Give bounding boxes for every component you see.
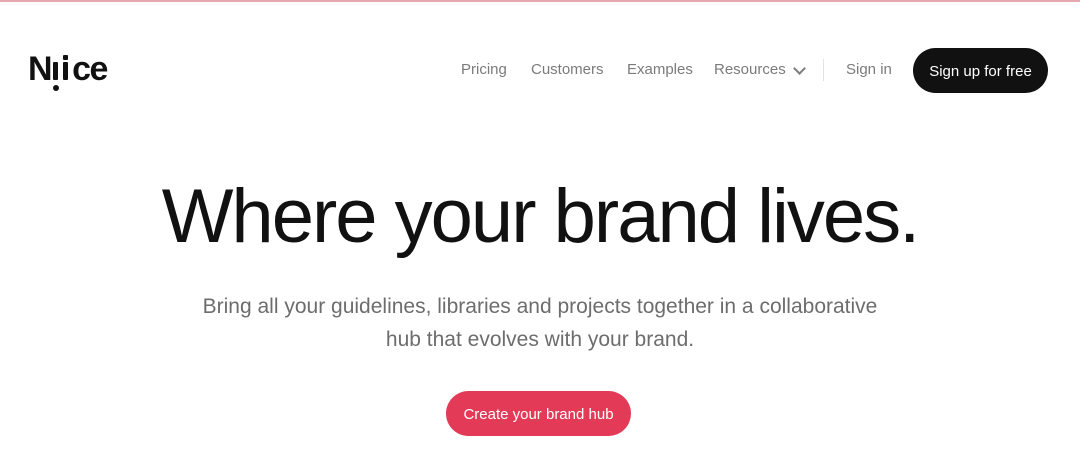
logo-text-left: N <box>28 50 53 88</box>
hero-subtitle: Bring all your guidelines, libraries and… <box>202 295 878 351</box>
sign-in-link[interactable]: Sign in <box>846 60 892 80</box>
nav-link-customers[interactable]: Customers <box>531 60 604 80</box>
logo-text-right: ce <box>72 50 108 88</box>
nav-link-pricing[interactable]: Pricing <box>461 60 507 80</box>
sign-up-button[interactable]: Sign up for free <box>913 48 1048 93</box>
nav-divider <box>823 59 824 81</box>
site-header: N ce Pricing Customers Examples Resource… <box>0 0 1080 140</box>
hero-title: Where your brand lives. <box>161 174 921 259</box>
nav-link-resources-label: Resources <box>714 61 786 78</box>
create-brand-hub-button[interactable]: Create your brand hub <box>446 391 631 436</box>
logo-ii-mark <box>51 50 71 92</box>
nav-link-examples[interactable]: Examples <box>627 60 693 80</box>
logo[interactable]: N ce <box>28 50 108 92</box>
nav-link-resources[interactable]: Resources <box>714 60 806 80</box>
chevron-down-icon <box>792 61 806 75</box>
